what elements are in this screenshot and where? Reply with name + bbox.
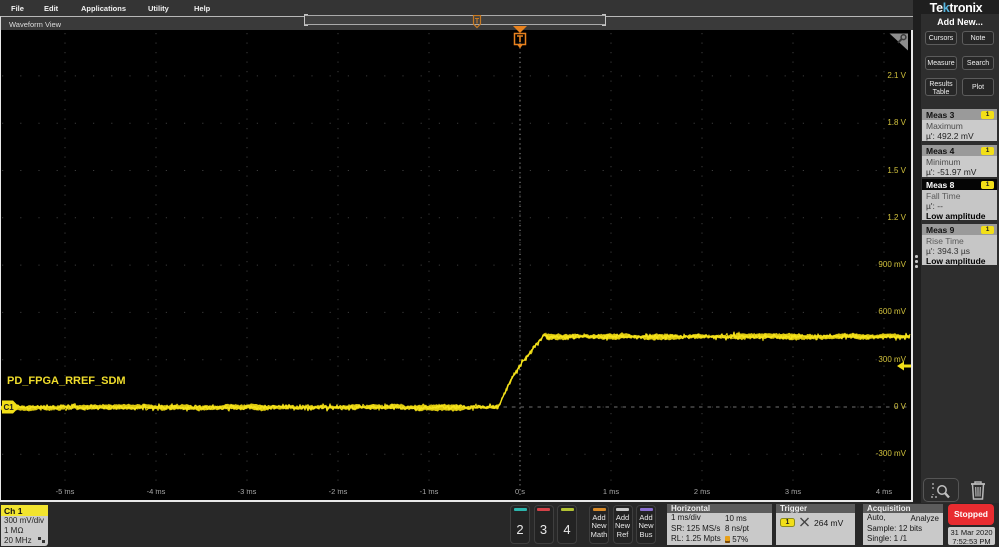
svg-text:C1: C1 <box>4 403 15 412</box>
